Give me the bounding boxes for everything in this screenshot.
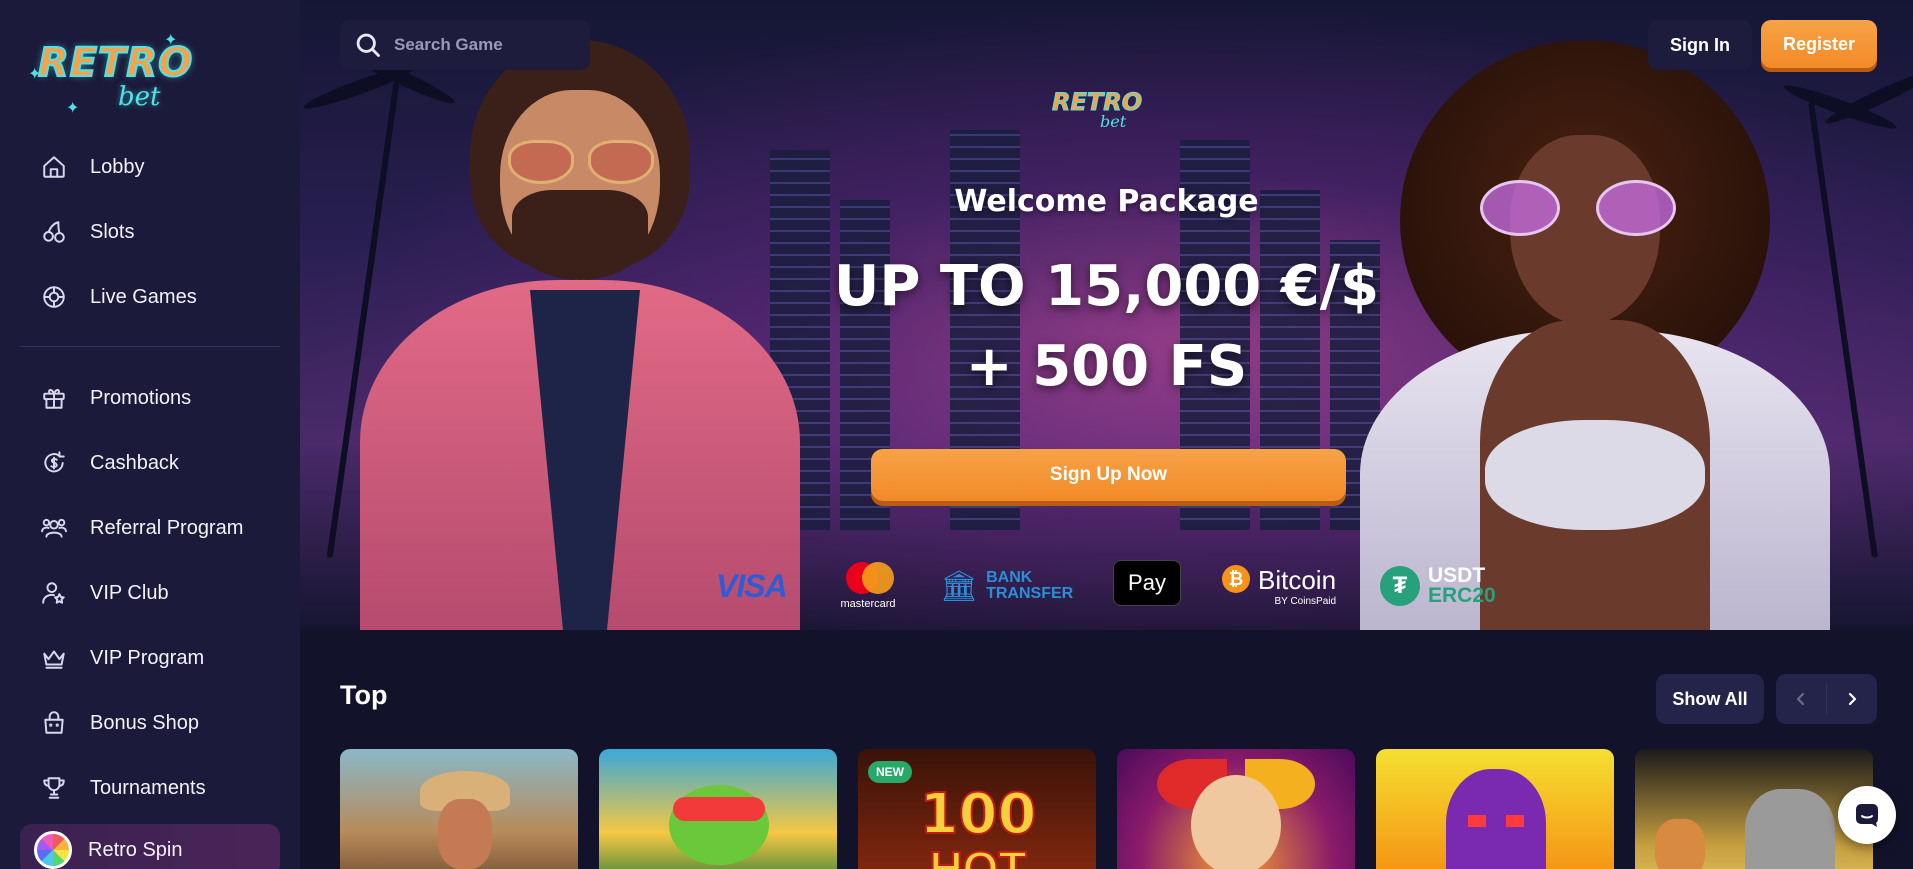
sidebar-item-label: Lobby: [90, 155, 145, 178]
bank-transfer-logo: 🏛 BANK TRANSFER: [940, 560, 1073, 612]
carousel-prev-button[interactable]: [1776, 674, 1826, 724]
section-title-top: Top: [340, 680, 388, 710]
sidebar-item-slots[interactable]: Slots: [20, 206, 280, 258]
sidebar-item-vip-program[interactable]: VIP Program: [20, 632, 280, 684]
sidebar-item-label: Slots: [90, 220, 135, 243]
chevron-left-icon: [1796, 692, 1805, 706]
hero-logo: RETRO bet: [1048, 86, 1164, 142]
sidebar-item-vip-club[interactable]: VIP Club: [20, 567, 280, 619]
hero-woman-top: [1485, 420, 1705, 530]
sidebar-item-label: Tournaments: [90, 776, 206, 799]
top-games-row: 100 HOT NEW: [340, 749, 1877, 869]
gift-icon: [40, 384, 68, 412]
spin-wheel-icon: [34, 831, 72, 869]
apple-pay-text: Pay: [1128, 570, 1166, 595]
sidebar-item-label: Retro Spin: [88, 838, 183, 861]
carousel-controls: [1776, 674, 1877, 724]
welcome-heading: Welcome Package: [954, 184, 1259, 219]
search-bar[interactable]: [340, 20, 590, 70]
sidebar-item-live-games[interactable]: Live Games: [20, 271, 280, 323]
cherry-icon: [40, 218, 68, 246]
search-icon: [356, 33, 380, 57]
user-star-icon: [40, 579, 68, 607]
game-art: [673, 797, 765, 821]
usdt-subtext: ERC20: [1428, 584, 1496, 607]
mastercard-icon: [842, 562, 894, 594]
bitcoin-logo: ₿ Bitcoin BY CoinsPaid: [1222, 560, 1336, 612]
hero-logo-subword: bet: [1100, 112, 1127, 131]
game-card[interactable]: [599, 749, 837, 869]
cashback-icon: [40, 449, 68, 477]
chip-icon: [40, 283, 68, 311]
sidebar-item-label: Bonus Shop: [90, 711, 199, 734]
trophy-icon: [40, 774, 68, 802]
support-chat-button[interactable]: [1838, 786, 1896, 844]
sidebar-item-label: VIP Club: [90, 581, 169, 604]
bank-text-line1: BANK: [986, 569, 1033, 586]
users-icon: [40, 514, 68, 542]
sidebar-item-label: Cashback: [90, 451, 179, 474]
bitcoin-subtext: BY CoinsPaid: [1274, 596, 1337, 607]
game-card[interactable]: [340, 749, 578, 869]
new-badge: NEW: [868, 761, 912, 783]
hero-banner: RETRO bet Welcome Package UP TO 15,000 €…: [300, 0, 1913, 630]
retrobet-logo[interactable]: ✦ ✦ ✦ RETRO bet: [28, 30, 215, 117]
game-art: [1745, 789, 1835, 869]
shopping-bag-icon: [40, 709, 68, 737]
sidebar-item-bonus-shop[interactable]: Bonus Shop: [20, 697, 280, 749]
crown-icon: [40, 644, 68, 672]
visa-text: VISA: [716, 567, 788, 604]
game-card[interactable]: [1376, 749, 1614, 869]
offer-free-spins: + 500 FS: [965, 334, 1248, 399]
chevron-right-icon: [1848, 692, 1857, 706]
sidebar-item-label: Live Games: [90, 285, 197, 308]
sidebar-divider: [20, 346, 280, 347]
apple-pay-logo: Pay: [1113, 560, 1181, 606]
mastercard-logo: mastercard: [835, 560, 901, 612]
game-card[interactable]: [1117, 749, 1355, 869]
mastercard-text: mastercard: [840, 598, 896, 610]
game-art: [1191, 775, 1281, 869]
sign-in-button[interactable]: Sign In: [1648, 20, 1752, 70]
logo-wordmark: RETRO: [37, 39, 194, 87]
sidebar: ✦ ✦ ✦ RETRO bet Lobby Slots Live Games P…: [0, 0, 300, 869]
register-button[interactable]: Register: [1761, 20, 1877, 68]
sidebar-item-label: Promotions: [90, 386, 192, 409]
sidebar-item-label: VIP Program: [90, 646, 205, 669]
sidebar-item-promotions[interactable]: Promotions: [20, 372, 280, 424]
sign-up-now-button[interactable]: Sign Up Now: [871, 449, 1346, 501]
show-all-button[interactable]: Show All: [1656, 674, 1764, 724]
game-title-art: HOT: [928, 841, 1027, 869]
tether-icon: ₮: [1380, 566, 1420, 606]
visa-logo: VISA: [716, 560, 788, 612]
carousel-next-button[interactable]: [1827, 674, 1877, 724]
hero-logo-wordmark: RETRO: [1051, 88, 1143, 117]
game-title-art: 100: [919, 782, 1038, 847]
bitcoin-icon: ₿: [1222, 565, 1250, 593]
game-art: [1468, 815, 1524, 827]
bank-icon: 🏛: [940, 569, 979, 603]
sparkle-icon: ✦: [66, 100, 80, 117]
sidebar-item-label: Referral Program: [90, 516, 244, 539]
sidebar-item-lobby[interactable]: Lobby: [20, 141, 280, 193]
offer-amount: UP TO 15,000 €/$: [833, 254, 1380, 319]
game-art: [438, 799, 492, 869]
game-card[interactable]: 100 HOT NEW: [858, 749, 1096, 869]
bitcoin-text: Bitcoin: [1258, 565, 1337, 595]
sidebar-item-referral-program[interactable]: Referral Program: [20, 502, 280, 554]
bank-text-line2: TRANSFER: [986, 585, 1074, 602]
sidebar-item-tournaments[interactable]: Tournaments: [20, 762, 280, 814]
logo-subword: bet: [118, 82, 161, 112]
hero-man-sunglasses: [508, 140, 658, 184]
game-art: [1655, 819, 1705, 869]
game-card[interactable]: [1635, 749, 1873, 869]
sidebar-item-retro-spin[interactable]: Retro Spin: [20, 824, 280, 869]
usdt-text: USDT: [1428, 564, 1486, 587]
chat-icon: [1856, 804, 1878, 827]
home-icon: [40, 153, 68, 181]
usdt-logo: ₮ USDT ERC20: [1380, 560, 1496, 612]
search-input[interactable]: [394, 35, 574, 55]
sidebar-item-cashback[interactable]: Cashback: [20, 437, 280, 489]
